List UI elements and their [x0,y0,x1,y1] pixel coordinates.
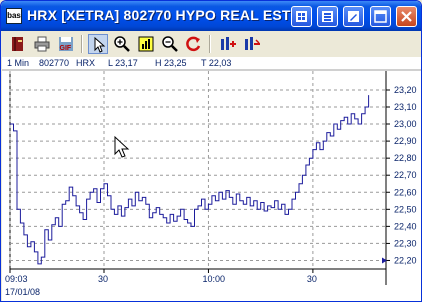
list-icon [322,11,333,22]
y-tick-label: 22,20 [394,255,417,265]
y-tick-label: 22,70 [394,170,417,180]
pointer-tool[interactable] [88,34,108,54]
price-chart[interactable]: 1 Min 802770 HRX L 23,17 H 23,25 T 22,03… [2,57,421,302]
book-button[interactable] [8,34,28,54]
x-tick-label: 09:03 [5,274,28,284]
chart-window: bas HRX [XETRA] 802770 HYPO REAL EST GIF… [0,0,422,302]
save-gif-button[interactable]: GIF [56,34,76,54]
y-tick-label: 22,90 [394,136,417,146]
refresh-tool[interactable] [184,34,204,54]
y-tick-label: 23,00 [394,119,417,129]
close-icon [401,11,412,22]
info-wkn: 802770 [39,58,69,68]
x-axis: 09:03 30 10:00 30 17/01/08 [5,269,317,297]
info-time: T 22,03 [201,58,231,68]
info-high: H 23,25 [155,58,187,68]
pencil-icon [348,11,359,22]
x-tick-label: 30 [307,274,317,284]
y-tick-label: 23,20 [394,85,417,95]
list-window-button[interactable] [317,6,338,27]
y-tick-label: 22,30 [394,238,417,248]
date-label: 17/01/08 [5,287,40,297]
pointer-icon [94,36,106,53]
y-tick-label: 22,80 [394,153,417,163]
price-line [10,95,370,265]
y-tick-label: 22,60 [394,187,417,197]
zoom-in-icon [114,36,130,52]
x-tick-label: 10:00 [202,274,225,284]
y-tick-label: 22,40 [394,221,417,231]
edit-window-button[interactable] [343,6,364,27]
info-interval: 1 Min [7,58,29,68]
maximize-icon [374,10,387,23]
toolbar-separator [209,35,211,53]
zoom-in-tool[interactable] [112,34,132,54]
y-tick-label: 22,50 [394,204,417,214]
indicator-remove-icon [245,37,260,50]
title-bar[interactable]: bas HRX [XETRA] 802770 HYPO REAL EST [1,1,421,31]
zoom-out-tool[interactable] [160,34,180,54]
indicator-add-tool[interactable] [218,34,238,54]
minimize-button[interactable] [291,6,312,27]
toolbar-separator [81,35,83,53]
indicator-add-icon [221,37,236,50]
maximize-button[interactable] [370,6,391,27]
toolbar: GIF [2,32,421,58]
info-symbol: HRX [76,58,95,68]
chart-type-icon [138,36,154,52]
print-icon [34,36,50,52]
info-low: L 23,17 [108,58,138,68]
print-button[interactable] [32,34,52,54]
save-gif-icon: GIF [59,37,73,52]
mouse-cursor [114,135,130,158]
app-icon[interactable]: bas [6,8,22,24]
chart-grid [9,71,387,285]
indicator-remove-tool[interactable] [242,34,262,54]
book-icon [12,37,23,51]
zoom-out-icon [162,36,178,52]
x-tick-label: 30 [98,274,108,284]
window-tile-icon [296,11,307,22]
chart-area[interactable]: 1 Min 802770 HRX L 23,17 H 23,25 T 22,03… [2,57,421,302]
chart-type-tool[interactable] [136,34,156,54]
window-title: HRX [XETRA] 802770 HYPO REAL EST [27,7,291,23]
refresh-icon [186,36,201,52]
y-axis: 23,20 23,10 23,00 22,90 22,80 22,70 22,60 22,50… [386,85,417,265]
y-tick-label: 23,10 [394,102,417,112]
close-button[interactable] [396,6,417,27]
svg-text:GIF: GIF [60,45,72,52]
